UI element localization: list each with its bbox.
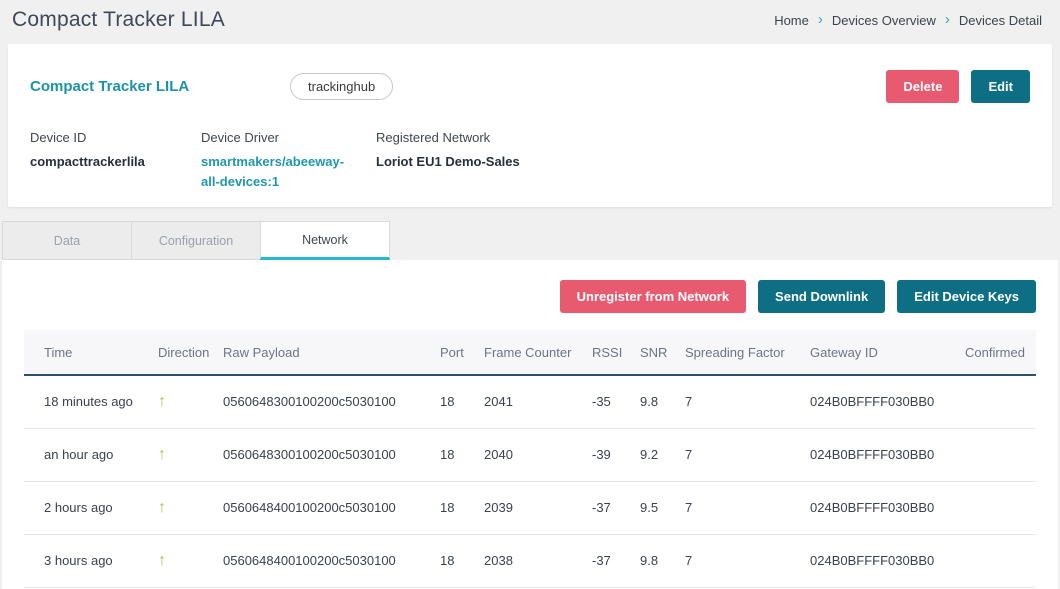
cell-raw-payload: 0560648300100200c5030100: [203, 428, 420, 481]
device-id-value: compacttrackerlila: [30, 152, 201, 172]
device-id-field: Device ID compacttrackerlila: [30, 130, 201, 192]
cell-time: 2 hours ago: [24, 481, 138, 534]
cell-spreading-factor: 7: [665, 481, 790, 534]
cell-rssi: -37: [572, 534, 620, 587]
send-downlink-button[interactable]: Send Downlink: [758, 280, 885, 313]
network-actions: Unregister from Network Send Downlink Ed…: [2, 260, 1058, 313]
cell-time: 18 minutes ago: [24, 375, 138, 428]
cell-direction: ↑: [138, 534, 203, 587]
table-row: 18 minutes ago ↑ 0560648300100200c503010…: [24, 375, 1036, 428]
col-header-frame-counter: Frame Counter: [464, 330, 572, 375]
device-fields: Device ID compacttrackerlila Device Driv…: [30, 130, 1030, 192]
cell-gateway-id: 024B0BFFFF030BB0: [790, 534, 945, 587]
col-header-confirmed: Confirmed: [945, 330, 1036, 375]
unregister-from-network-button[interactable]: Unregister from Network: [560, 280, 746, 313]
delete-button[interactable]: Delete: [886, 70, 959, 103]
registered-network-field: Registered Network Loriot EU1 Demo-Sales: [376, 130, 520, 192]
device-card-header: Compact Tracker LILA trackinghub Delete …: [30, 70, 1030, 103]
breadcrumb-devices-detail: Devices Detail: [959, 13, 1042, 28]
device-driver-field: Device Driver smartmakers/abeeway-all-de…: [201, 130, 376, 192]
edit-device-keys-button[interactable]: Edit Device Keys: [897, 280, 1036, 313]
chevron-right-icon: ›: [818, 12, 823, 29]
col-header-snr: SNR: [620, 330, 665, 375]
device-driver-label: Device Driver: [201, 130, 362, 145]
breadcrumb-home[interactable]: Home: [774, 13, 809, 28]
col-header-port: Port: [420, 330, 464, 375]
cell-snr: 9.8: [620, 534, 665, 587]
cell-confirmed: [945, 375, 1036, 428]
cell-frame-counter: 2039: [464, 481, 572, 534]
cell-spreading-factor: 7: [665, 375, 790, 428]
table-row: an hour ago ↑ 0560648300100200c5030100 1…: [24, 428, 1036, 481]
cell-port: 18: [420, 375, 464, 428]
registered-network-label: Registered Network: [376, 130, 520, 145]
cell-gateway-id: 024B0BFFFF030BB0: [790, 481, 945, 534]
cell-snr: 9.2: [620, 428, 665, 481]
col-header-raw-payload: Raw Payload: [203, 330, 420, 375]
cell-raw-payload: 0560648400100200c5030100: [203, 534, 420, 587]
cell-port: 18: [420, 428, 464, 481]
table-header: Time Direction Raw Payload Port Frame Co…: [24, 330, 1036, 375]
cell-confirmed: [945, 534, 1036, 587]
cell-rssi: -39: [572, 428, 620, 481]
cell-direction: ↑: [138, 428, 203, 481]
breadcrumb: Home › Devices Overview › Devices Detail: [774, 12, 1042, 29]
device-id-label: Device ID: [30, 130, 201, 145]
network-panel: Unregister from Network Send Downlink Ed…: [2, 260, 1058, 589]
chevron-right-icon: ›: [945, 12, 950, 29]
cell-gateway-id: 024B0BFFFF030BB0: [790, 375, 945, 428]
cell-port: 18: [420, 534, 464, 587]
col-header-direction: Direction: [138, 330, 203, 375]
cell-frame-counter: 2041: [464, 375, 572, 428]
uplink-arrow-icon: ↑: [158, 446, 166, 463]
edit-button[interactable]: Edit: [971, 70, 1030, 103]
col-header-rssi: RSSI: [572, 330, 620, 375]
cell-time: an hour ago: [24, 428, 138, 481]
table-row: 2 hours ago ↑ 0560648400100200c5030100 1…: [24, 481, 1036, 534]
cell-direction: ↑: [138, 375, 203, 428]
uplink-arrow-icon: ↑: [158, 499, 166, 516]
tab-network[interactable]: Network: [260, 221, 390, 260]
tab-data[interactable]: Data: [2, 221, 132, 260]
cell-snr: 9.5: [620, 481, 665, 534]
cell-confirmed: [945, 481, 1036, 534]
cell-raw-payload: 0560648400100200c5030100: [203, 481, 420, 534]
page-header: Compact Tracker LILA Home › Devices Over…: [0, 0, 1060, 40]
registered-network-value: Loriot EU1 Demo-Sales: [376, 152, 520, 172]
breadcrumb-devices-overview[interactable]: Devices Overview: [832, 13, 936, 28]
tab-configuration[interactable]: Configuration: [131, 221, 261, 260]
cell-confirmed: [945, 428, 1036, 481]
cell-gateway-id: 024B0BFFFF030BB0: [790, 428, 945, 481]
col-header-gateway-id: Gateway ID: [790, 330, 945, 375]
cell-frame-counter: 2038: [464, 534, 572, 587]
cell-time: 3 hours ago: [24, 534, 138, 587]
page-title: Compact Tracker LILA: [12, 8, 225, 32]
network-messages-table: Time Direction Raw Payload Port Frame Co…: [24, 330, 1036, 588]
col-header-time: Time: [24, 330, 138, 375]
device-name: Compact Tracker LILA: [30, 78, 290, 95]
cell-rssi: -35: [572, 375, 620, 428]
cell-spreading-factor: 7: [665, 428, 790, 481]
uplink-arrow-icon: ↑: [158, 393, 166, 410]
cell-frame-counter: 2040: [464, 428, 572, 481]
cell-snr: 9.8: [620, 375, 665, 428]
cell-port: 18: [420, 481, 464, 534]
table-row: 3 hours ago ↑ 0560648400100200c5030100 1…: [24, 534, 1036, 587]
cell-rssi: -37: [572, 481, 620, 534]
cell-spreading-factor: 7: [665, 534, 790, 587]
device-summary-card: Compact Tracker LILA trackinghub Delete …: [8, 44, 1052, 207]
cell-raw-payload: 0560648300100200c5030100: [203, 375, 420, 428]
device-driver-link[interactable]: smartmakers/abeeway-all-devices:1: [201, 152, 362, 192]
device-tag-badge: trackinghub: [290, 73, 393, 100]
cell-direction: ↑: [138, 481, 203, 534]
tab-bar: Data Configuration Network: [2, 221, 1058, 260]
uplink-arrow-icon: ↑: [158, 552, 166, 569]
col-header-spreading-factor: Spreading Factor: [665, 330, 790, 375]
